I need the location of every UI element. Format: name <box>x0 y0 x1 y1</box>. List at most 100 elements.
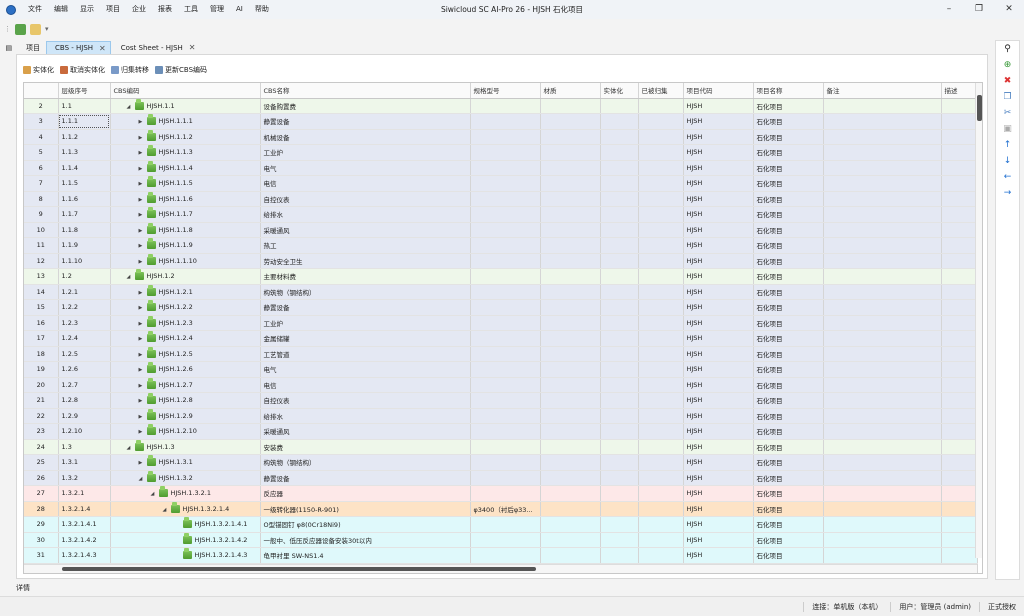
project-name-cell[interactable]: 石化项目 <box>753 237 824 254</box>
materialized-cell[interactable] <box>600 315 639 331</box>
material-cell[interactable] <box>540 284 601 300</box>
table-row[interactable]: 19 1.2.6 ▶ HJSH.1.2.6 电气 HJSH 石化项目 <box>24 361 978 378</box>
table-row[interactable]: 13 1.2 ◢ HJSH.1.2 主要材料费 HJSH 石化项目 <box>24 268 978 285</box>
cbs-code-cell[interactable]: ▶ HJSH.1.2.10 <box>110 423 261 440</box>
collected-cell[interactable] <box>638 191 684 207</box>
collected-cell[interactable] <box>638 253 684 269</box>
project-name-cell[interactable]: 石化项目 <box>753 346 824 362</box>
spec-cell[interactable] <box>470 547 541 564</box>
project-name-cell[interactable]: 石化项目 <box>753 470 824 486</box>
collapsed-icon[interactable]: ▶ <box>139 383 147 389</box>
materialized-cell[interactable] <box>600 175 639 192</box>
collapsed-icon[interactable]: ▶ <box>139 181 147 187</box>
column-header[interactable]: 材质 <box>540 83 601 99</box>
column-header[interactable]: CBS编码 <box>110 83 261 99</box>
materialized-cell[interactable] <box>600 98 639 114</box>
cbs-name-cell[interactable]: 给排水 <box>260 206 471 223</box>
material-cell[interactable] <box>540 191 601 207</box>
cut-icon[interactable]: ✂ <box>996 105 1019 121</box>
cbs-code-cell[interactable]: ▶ HJSH.1.1.4 <box>110 160 261 176</box>
project-code-cell[interactable]: HJSH <box>683 299 754 316</box>
description-cell[interactable] <box>941 98 978 114</box>
level-cell[interactable]: 1.1.2 <box>58 129 111 145</box>
spec-cell[interactable] <box>470 98 541 114</box>
row-number[interactable]: 25 <box>24 454 59 471</box>
project-code-cell[interactable]: HJSH <box>683 408 754 424</box>
row-number[interactable]: 8 <box>24 191 59 207</box>
project-code-cell[interactable]: HJSH <box>683 501 754 517</box>
row-number[interactable]: 21 <box>24 392 59 409</box>
table-row[interactable]: 2 1.1 ◢ HJSH.1.1 设备购置费 HJSH 石化项目 <box>24 98 978 114</box>
row-number[interactable]: 5 <box>24 144 59 161</box>
description-cell[interactable] <box>941 532 978 548</box>
row-number[interactable]: 23 <box>24 423 59 440</box>
material-cell[interactable] <box>540 144 601 161</box>
table-row[interactable]: 22 1.2.9 ▶ HJSH.1.2.9 给排水 HJSH 石化项目 <box>24 408 978 424</box>
remark-cell[interactable] <box>823 346 942 362</box>
column-header[interactable]: 备注 <box>823 83 942 99</box>
project-code-cell[interactable]: HJSH <box>683 284 754 300</box>
cbs-code-cell[interactable]: ▶ HJSH.1.1.1 <box>110 113 261 130</box>
materialized-cell[interactable] <box>600 299 639 316</box>
materialize-button[interactable]: 实体化 <box>23 65 54 75</box>
move-left-icon[interactable]: ← <box>996 169 1019 185</box>
remark-cell[interactable] <box>823 237 942 254</box>
description-cell[interactable] <box>941 516 978 533</box>
cbs-name-cell[interactable]: 设备购置费 <box>260 98 471 114</box>
row-number[interactable]: 3 <box>24 113 59 130</box>
expanded-icon[interactable]: ◢ <box>151 491 159 497</box>
cbs-code-cell[interactable]: ▶ HJSH.1.2.9 <box>110 408 261 424</box>
spec-cell[interactable] <box>470 485 541 502</box>
remark-cell[interactable] <box>823 516 942 533</box>
project-name-cell[interactable]: 石化项目 <box>753 268 824 285</box>
collapsed-icon[interactable]: ▶ <box>139 259 147 265</box>
spec-cell[interactable] <box>470 392 541 409</box>
spec-cell[interactable] <box>470 222 541 238</box>
project-code-cell[interactable]: HJSH <box>683 129 754 145</box>
cbs-name-cell[interactable]: 机械设备 <box>260 129 471 145</box>
collected-cell[interactable] <box>638 361 684 378</box>
collected-cell[interactable] <box>638 547 684 564</box>
materialized-cell[interactable] <box>600 439 639 455</box>
project-name-cell[interactable]: 石化项目 <box>753 454 824 471</box>
expanded-icon[interactable]: ◢ <box>139 476 147 482</box>
menu-item[interactable]: 管理 <box>204 0 230 19</box>
level-cell[interactable]: 1.1.8 <box>58 222 111 238</box>
collected-cell[interactable] <box>638 268 684 285</box>
collected-cell[interactable] <box>638 377 684 393</box>
cbs-code-cell[interactable]: ▶ HJSH.1.2.1 <box>110 284 261 300</box>
level-cell[interactable]: 1.2.9 <box>58 408 111 424</box>
description-cell[interactable] <box>941 206 978 223</box>
collected-cell[interactable] <box>638 392 684 409</box>
column-header[interactable]: 实体化 <box>600 83 639 99</box>
level-cell[interactable]: 1.3.2.1.4.3 <box>58 547 111 564</box>
level-cell[interactable]: 1.1.3 <box>58 144 111 161</box>
remark-cell[interactable] <box>823 361 942 378</box>
remark-cell[interactable] <box>823 532 942 548</box>
spec-cell[interactable] <box>470 284 541 300</box>
row-number[interactable]: 17 <box>24 330 59 347</box>
remark-cell[interactable] <box>823 98 942 114</box>
material-cell[interactable] <box>540 346 601 362</box>
collapsed-icon[interactable]: ▶ <box>139 367 147 373</box>
collected-cell[interactable] <box>638 299 684 316</box>
remark-cell[interactable] <box>823 160 942 176</box>
collapsed-icon[interactable]: ▶ <box>139 336 147 342</box>
cbs-name-cell[interactable]: 一级转化器(1150-R-901) <box>260 501 471 517</box>
row-number[interactable]: 11 <box>24 237 59 254</box>
level-cell[interactable]: 1.2.4 <box>58 330 111 347</box>
project-name-cell[interactable]: 石化项目 <box>753 330 824 347</box>
materialized-cell[interactable] <box>600 361 639 378</box>
project-code-cell[interactable]: HJSH <box>683 454 754 471</box>
spec-cell[interactable]: φ3400（衬后φ33... <box>470 501 541 517</box>
description-cell[interactable] <box>941 299 978 316</box>
column-header[interactable]: CBS名称 <box>260 83 471 99</box>
spec-cell[interactable] <box>470 299 541 316</box>
collected-cell[interactable] <box>638 160 684 176</box>
remark-cell[interactable] <box>823 175 942 192</box>
collected-cell[interactable] <box>638 222 684 238</box>
spec-cell[interactable] <box>470 361 541 378</box>
remark-cell[interactable] <box>823 191 942 207</box>
materialized-cell[interactable] <box>600 485 639 502</box>
cbs-code-cell[interactable]: ▶ HJSH.1.1.3 <box>110 144 261 161</box>
